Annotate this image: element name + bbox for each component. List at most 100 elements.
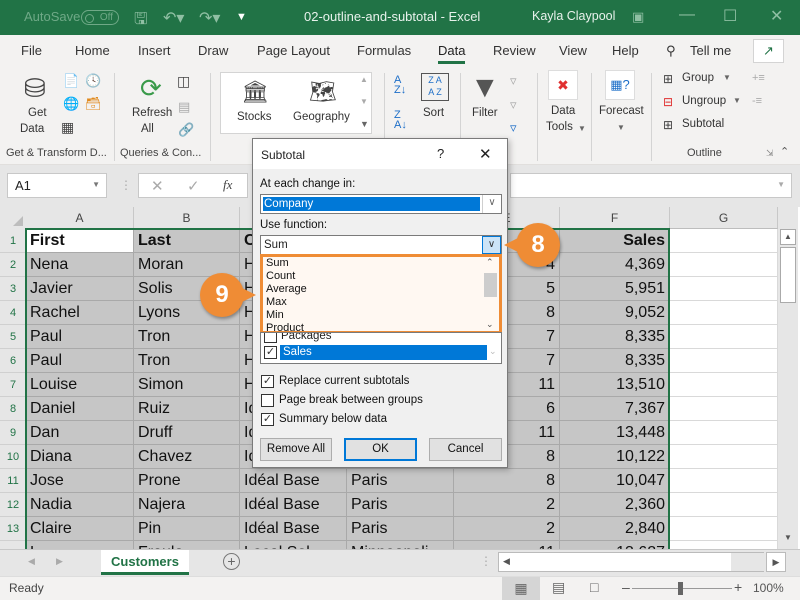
- help-button[interactable]: ?: [437, 146, 444, 161]
- customize-toolbar-icon[interactable]: ▼: [236, 11, 247, 23]
- table-cell[interactable]: Nena: [26, 253, 134, 277]
- table-cell[interactable]: 2,840: [560, 517, 670, 541]
- table-cell[interactable]: Paris: [347, 469, 454, 493]
- replace-current-label[interactable]: Replace current subtotals: [279, 375, 409, 387]
- row-header[interactable]: 7: [0, 373, 26, 397]
- table-cell[interactable]: Paul: [26, 349, 134, 373]
- gallery-up-icon[interactable]: ▲: [360, 75, 368, 84]
- checkbox-page-break[interactable]: [261, 394, 274, 407]
- table-cell[interactable]: 9,052: [560, 301, 670, 325]
- table-cell[interactable]: Idéal Base: [240, 493, 347, 517]
- table-cell[interactable]: [670, 397, 778, 421]
- table-cell[interactable]: 2,360: [560, 493, 670, 517]
- scroll-left-icon[interactable]: ◀: [503, 556, 510, 567]
- table-cell[interactable]: [670, 541, 778, 549]
- table-cell[interactable]: Rachel: [26, 301, 134, 325]
- prev-sheet-icon[interactable]: ◀: [28, 556, 35, 567]
- table-cell[interactable]: 13,510: [560, 373, 670, 397]
- table-cell[interactable]: 10,122: [560, 445, 670, 469]
- table-cell[interactable]: 5,951: [560, 277, 670, 301]
- insert-function-icon[interactable]: fx: [223, 177, 232, 193]
- table-cell[interactable]: Idéal Base: [240, 469, 347, 493]
- vertical-scroll-thumb[interactable]: [780, 247, 796, 303]
- table-cell[interactable]: 2: [454, 517, 560, 541]
- row-header[interactable]: 6: [0, 349, 26, 373]
- ribbon-display-icon[interactable]: ▣: [632, 9, 644, 25]
- sort-a-z-icon[interactable]: A Z↓: [394, 75, 406, 96]
- option-max[interactable]: Max: [266, 296, 287, 309]
- table-cell[interactable]: [670, 325, 778, 349]
- use-function-select[interactable]: Sum ∨: [260, 235, 502, 255]
- table-cell[interactable]: 13,448: [560, 421, 670, 445]
- search-icon[interactable]: ⚲: [666, 43, 676, 59]
- cancel-entry-icon[interactable]: ✕: [151, 177, 164, 195]
- checkbox-packages[interactable]: [264, 333, 277, 343]
- undo-icon[interactable]: ↶▾: [163, 8, 184, 28]
- table-cell[interactable]: [670, 349, 778, 373]
- column-header-a[interactable]: A: [26, 207, 134, 229]
- confirm-entry-icon[interactable]: ✓: [187, 177, 200, 195]
- option-average[interactable]: Average: [266, 283, 307, 296]
- maximize-icon[interactable]: ☐: [723, 6, 737, 26]
- table-cell[interactable]: 13,627: [560, 541, 670, 549]
- page-break-preview-icon[interactable]: □: [590, 579, 598, 595]
- table-cell[interactable]: [670, 253, 778, 277]
- item-sales[interactable]: Sales: [283, 346, 312, 358]
- table-cell[interactable]: Idéal Base: [240, 517, 347, 541]
- table-cell[interactable]: 10,047: [560, 469, 670, 493]
- table-cell[interactable]: Ruiz: [134, 397, 240, 421]
- from-web-icon[interactable]: 🌐: [63, 96, 79, 112]
- name-box-dropdown-icon[interactable]: ▼: [92, 180, 100, 189]
- header-cell[interactable]: First: [26, 229, 134, 253]
- sheet-tab-customers[interactable]: Customers: [101, 550, 189, 575]
- table-cell[interactable]: 8,335: [560, 349, 670, 373]
- row-header[interactable]: 8: [0, 397, 26, 421]
- tab-home[interactable]: Home: [75, 43, 110, 58]
- table-cell[interactable]: 8,335: [560, 325, 670, 349]
- scroll-up-icon[interactable]: ▲: [780, 229, 796, 245]
- table-cell[interactable]: Local Sol: [240, 541, 347, 549]
- group-button[interactable]: Group: [682, 72, 714, 84]
- queries-connections-icon[interactable]: ◫: [177, 73, 190, 90]
- advanced-filter-icon[interactable]: ▿: [510, 120, 517, 136]
- column-header-f[interactable]: F: [560, 207, 670, 229]
- table-cell[interactable]: 4,369: [560, 253, 670, 277]
- table-cell[interactable]: [670, 301, 778, 325]
- table-cell[interactable]: Tron: [134, 325, 240, 349]
- table-cell[interactable]: Paris: [347, 517, 454, 541]
- dropdown-scroll-thumb[interactable]: [484, 273, 497, 297]
- chevron-down-icon[interactable]: ∨: [482, 195, 501, 213]
- row-header[interactable]: 12: [0, 493, 26, 517]
- item-packages[interactable]: Packages: [281, 333, 332, 342]
- zoom-out-icon[interactable]: –: [622, 579, 630, 595]
- column-header-b[interactable]: B: [134, 207, 240, 229]
- reapply-filter-icon[interactable]: ▿: [510, 97, 517, 113]
- row-header[interactable]: 9: [0, 421, 26, 445]
- scroll-down-icon[interactable]: ▼: [780, 531, 796, 547]
- outline-dialog-launcher-icon[interactable]: ⇲: [766, 148, 774, 159]
- row-header[interactable]: [0, 541, 26, 549]
- table-cell[interactable]: Prone: [134, 469, 240, 493]
- table-cell[interactable]: [670, 229, 778, 253]
- tab-data[interactable]: Data: [438, 43, 466, 64]
- filter-button[interactable]: Filter: [472, 107, 498, 119]
- hide-detail-icon[interactable]: -≡: [752, 95, 762, 107]
- zoom-level[interactable]: 100%: [753, 581, 784, 595]
- from-text-icon[interactable]: 📄: [63, 73, 79, 89]
- table-cell[interactable]: Nadia: [26, 493, 134, 517]
- geography-button[interactable]: Geography: [293, 111, 350, 123]
- table-cell[interactable]: Minneapoli: [347, 541, 454, 549]
- scroll-down-icon[interactable]: ⌄: [486, 319, 494, 330]
- minimize-icon[interactable]: —: [679, 6, 695, 24]
- formula-input[interactable]: ▼: [510, 173, 792, 198]
- existing-connections-icon[interactable]: 🗃: [85, 96, 102, 112]
- redo-icon[interactable]: ↷▾: [199, 8, 220, 28]
- table-cell[interactable]: Louise: [26, 373, 134, 397]
- table-cell[interactable]: [670, 517, 778, 541]
- header-cell[interactable]: Last: [134, 229, 240, 253]
- row-header[interactable]: 13: [0, 517, 26, 541]
- table-cell[interactable]: 11: [454, 541, 560, 549]
- gallery-down-icon[interactable]: ▼: [360, 97, 368, 106]
- scroll-right-icon[interactable]: ▶: [766, 552, 786, 572]
- refresh-all-label[interactable]: All: [141, 123, 154, 135]
